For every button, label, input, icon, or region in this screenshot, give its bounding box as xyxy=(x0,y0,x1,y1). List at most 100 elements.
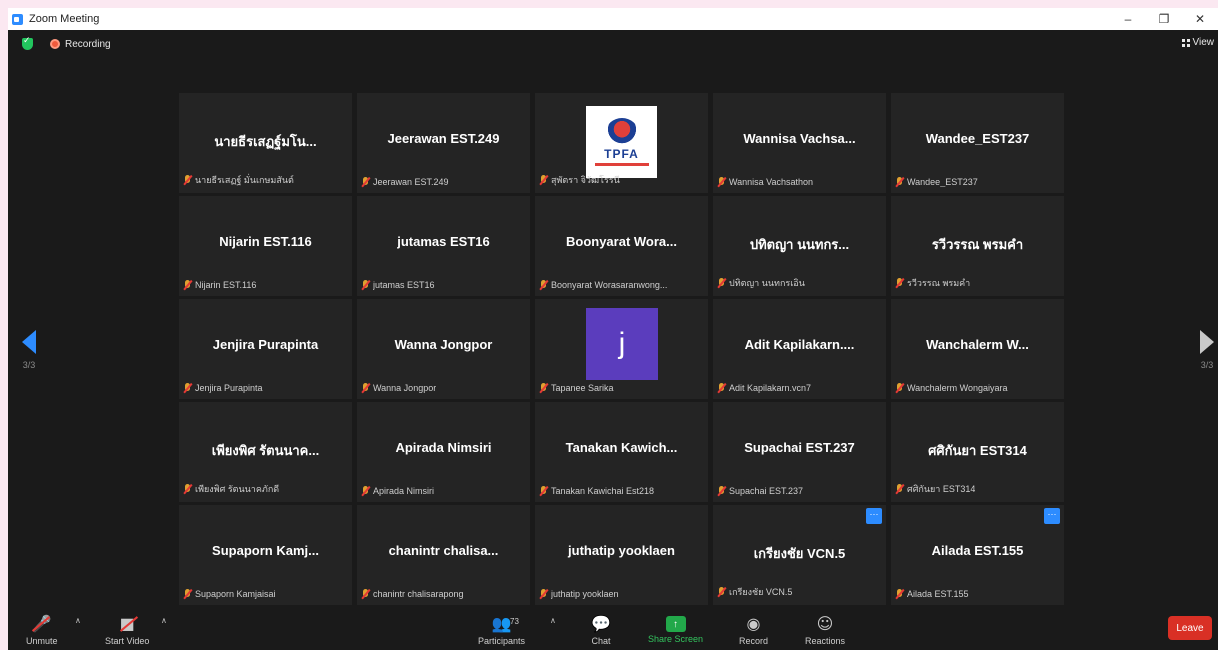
participants-button[interactable]: 👥 73 Participants xyxy=(478,614,525,646)
participant-tile[interactable]: ศศิกันยา EST314 ศศิกันยา EST314 xyxy=(891,402,1064,502)
participant-tile[interactable]: ปทิตญา นนทกร... ปทิตญา นนทกรเอิน xyxy=(713,196,886,296)
restore-button[interactable]: ❐ xyxy=(1146,8,1182,30)
more-options-icon[interactable]: ··· xyxy=(1044,508,1060,524)
participant-caption: Tapanee Sarika xyxy=(539,383,614,393)
participant-caption-text: สุพัตรา จิวัฒโรรนี xyxy=(551,175,620,185)
previous-page-button[interactable]: 3/3 xyxy=(22,330,36,370)
next-page-button[interactable]: 3/3 xyxy=(1200,330,1214,370)
unmute-label: Unmute xyxy=(26,636,58,646)
participant-display-name: ศศิกันยา EST314 xyxy=(928,443,1027,458)
window-controls: – ❐ ✕ xyxy=(1110,8,1218,30)
participant-caption: นายธีรเสฏฐ์ มั่นเกษมสันต์ xyxy=(183,173,294,187)
participant-display-name: Wanna Jongpor xyxy=(394,337,493,352)
record-button[interactable]: ◉ Record xyxy=(739,614,768,646)
participant-caption-text: Nijarin EST.116 xyxy=(195,280,257,290)
participant-display-name: juthatip yooklaen xyxy=(568,543,675,558)
participant-tile[interactable]: juthatip yooklaen juthatip yooklaen xyxy=(535,505,708,605)
participant-display-name: ปทิตญา นนทกร... xyxy=(749,237,850,252)
start-video-button[interactable]: ■ Start Video xyxy=(105,614,149,646)
participant-tile[interactable]: Jeerawan EST.249 Jeerawan EST.249 xyxy=(357,93,530,193)
participant-tile[interactable]: Wanchalerm W... Wanchalerm Wongaiyara xyxy=(891,299,1064,399)
participant-caption-text: Ailada EST.155 xyxy=(907,589,969,599)
participant-caption-text: Adit Kapilakarn.vcn7 xyxy=(729,383,812,393)
close-button[interactable]: ✕ xyxy=(1182,8,1218,30)
leave-button[interactable]: Leave xyxy=(1168,616,1212,640)
audio-options-chevron-icon[interactable]: ∧ xyxy=(75,616,81,625)
view-label: View xyxy=(1192,37,1215,48)
reactions-button[interactable]: ☺ Reactions xyxy=(805,614,845,646)
participant-tile[interactable]: TPFA สุพัตรา จิวัฒโรรนี xyxy=(535,93,708,193)
recording-label: Recording xyxy=(65,38,111,50)
minimize-button[interactable]: – xyxy=(1110,8,1146,30)
chat-button[interactable]: 💬 Chat xyxy=(591,614,611,646)
chat-label: Chat xyxy=(591,636,611,646)
security-shield-icon[interactable] xyxy=(22,36,33,50)
participant-caption: Wanchalerm Wongaiyara xyxy=(895,383,1008,393)
participant-tile[interactable]: Wandee_EST237 Wandee_EST237 xyxy=(891,93,1064,193)
participant-caption: เพียงพิศ รัตนนาคภักดี xyxy=(183,482,279,496)
participants-options-chevron-icon[interactable]: ∧ xyxy=(550,616,556,625)
view-button[interactable]: View xyxy=(1181,37,1215,48)
tpfa-logo-image: TPFA xyxy=(586,106,657,178)
participant-tile[interactable]: Wannisa Vachsa... Wannisa Vachsathon xyxy=(713,93,886,193)
mic-muted-icon xyxy=(361,280,370,290)
participant-tile[interactable]: Boonyarat Wora... Boonyarat Worasaranwong… xyxy=(535,196,708,296)
participant-caption-text: Jeerawan EST.249 xyxy=(373,177,449,187)
mic-muted-icon xyxy=(361,177,370,187)
mic-muted-icon xyxy=(539,486,548,496)
participant-tile[interactable]: jutamas EST16 jutamas EST16 xyxy=(357,196,530,296)
mic-muted-icon xyxy=(539,280,548,290)
mic-muted-icon xyxy=(895,278,904,288)
participant-tile[interactable]: Supachai EST.237 Supachai EST.237 xyxy=(713,402,886,502)
participant-caption-text: ศศิกันยา EST314 xyxy=(907,484,976,494)
share-screen-button[interactable]: ↑ Share Screen xyxy=(648,614,703,644)
chat-bubble-icon: 💬 xyxy=(591,614,611,633)
participant-caption: chanintr chalisarapong xyxy=(361,589,464,599)
participant-display-name: Supaporn Kamj... xyxy=(212,543,319,558)
mic-muted-icon xyxy=(361,486,370,496)
mic-muted-icon xyxy=(539,175,548,185)
participant-caption-text: Wanna Jongpor xyxy=(373,383,437,393)
participant-tile[interactable]: นายธีรเสฏฐ์มโน... นายธีรเสฏฐ์ มั่นเกษมสัน… xyxy=(179,93,352,193)
participant-display-name: Jeerawan EST.249 xyxy=(387,131,500,146)
participant-caption-text: Supaporn Kamjaisai xyxy=(195,589,276,599)
participant-caption-text: ปทิตญา นนทกรเอิน xyxy=(729,278,805,288)
participant-caption: juthatip yooklaen xyxy=(539,589,619,599)
participant-caption-text: Supachai EST.237 xyxy=(729,486,804,496)
participant-tile[interactable]: Supaporn Kamj... Supaporn Kamjaisai xyxy=(179,505,352,605)
video-options-chevron-icon[interactable]: ∧ xyxy=(161,616,167,625)
participant-tile[interactable]: Wanna Jongpor Wanna Jongpor xyxy=(357,299,530,399)
unmute-button[interactable]: 🎤 Unmute xyxy=(26,614,58,646)
participant-caption: เกรียงชัย VCN.5 xyxy=(717,585,792,599)
participant-display-name: Supachai EST.237 xyxy=(744,440,855,455)
participant-caption: Apirada Nimsiri xyxy=(361,486,434,496)
participant-caption-text: รวีวรรณ พรมคำ xyxy=(907,278,971,288)
participant-tile[interactable]: Adit Kapilakarn.... Adit Kapilakarn.vcn7 xyxy=(713,299,886,399)
participant-display-name: Jenjira Purapinta xyxy=(212,337,319,352)
participant-tile[interactable]: chanintr chalisa... chanintr chalisarapon… xyxy=(357,505,530,605)
tpfa-logo-text: TPFA xyxy=(604,147,639,161)
more-options-icon[interactable]: ··· xyxy=(866,508,882,524)
participant-caption-text: Tapanee Sarika xyxy=(551,383,614,393)
mic-muted-icon xyxy=(183,175,192,185)
participant-caption: ศศิกันยา EST314 xyxy=(895,482,975,496)
participant-tile[interactable]: Ailada EST.155 ··· Ailada EST.155 xyxy=(891,505,1064,605)
participant-tile[interactable]: เพียงพิศ รัตนนาค... เพียงพิศ รัตนนาคภักดี xyxy=(179,402,352,502)
participant-caption-text: Jenjira Purapinta xyxy=(195,383,263,393)
participant-tile[interactable]: Jenjira Purapinta Jenjira Purapinta xyxy=(179,299,352,399)
mic-muted-icon xyxy=(895,177,904,187)
meeting-toolbar: 🎤 Unmute ∧ ■ Start Video ∧ 👥 73 Particip… xyxy=(8,606,1218,650)
participant-tile[interactable]: เกรียงชัย VCN.5 ··· เกรียงชัย VCN.5 xyxy=(713,505,886,605)
participant-caption-text: chanintr chalisarapong xyxy=(373,589,464,599)
participant-tile[interactable]: j Tapanee Sarika xyxy=(535,299,708,399)
participant-caption-text: Apirada Nimsiri xyxy=(373,486,435,496)
start-video-label: Start Video xyxy=(105,636,150,646)
participant-tile[interactable]: Nijarin EST.116 Nijarin EST.116 xyxy=(179,196,352,296)
participant-caption: Wanna Jongpor xyxy=(361,383,436,393)
mic-muted-icon xyxy=(717,587,726,597)
participant-caption-text: นายธีรเสฏฐ์ มั่นเกษมสันต์ xyxy=(195,175,294,185)
mic-muted-icon xyxy=(183,383,192,393)
participant-tile[interactable]: Apirada Nimsiri Apirada Nimsiri xyxy=(357,402,530,502)
participant-tile[interactable]: รวีวรรณ พรมคำ รวีวรรณ พรมคำ xyxy=(891,196,1064,296)
participant-tile[interactable]: Tanakan Kawich... Tanakan Kawichai Est218 xyxy=(535,402,708,502)
